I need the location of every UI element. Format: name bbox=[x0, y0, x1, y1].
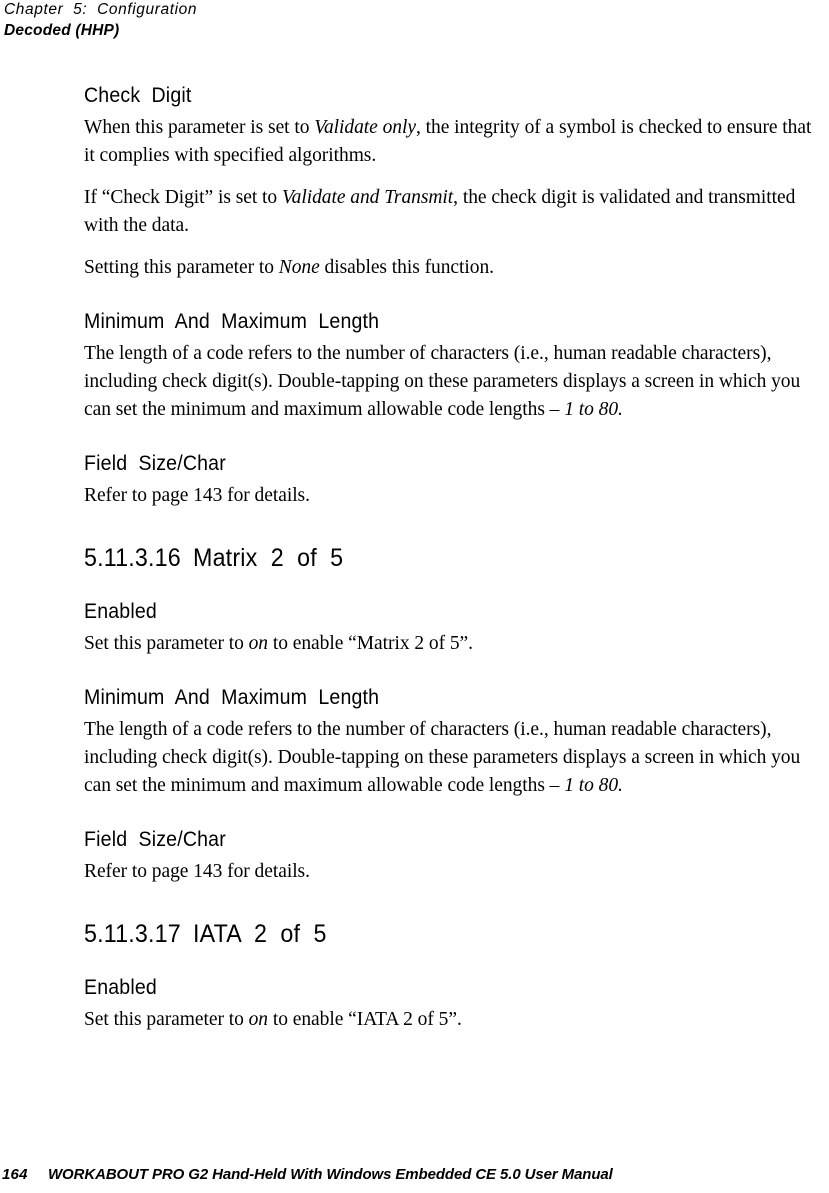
page-footer: 164 WORKABOUT PRO G2 Hand-Held With Wind… bbox=[2, 1166, 827, 1183]
text-run: Setting this parameter to bbox=[84, 257, 279, 278]
footer-manual-title: WORKABOUT PRO G2 Hand-Held With Windows … bbox=[48, 1166, 613, 1183]
text-run: to enable “IATA 2 of 5”. bbox=[268, 1009, 462, 1030]
paragraph-enabled-matrix: Set this parameter to on to enable “Matr… bbox=[84, 630, 824, 658]
header-section-label: Decoded (HHP) bbox=[4, 22, 120, 39]
paragraph-field-size-char-2: Refer to page 143 for details. bbox=[84, 861, 310, 882]
heading-minimum-and-maximum-length-1: Minimum And Maximum Length bbox=[84, 310, 380, 333]
emphasis-validate-and-transmit: Validate and Transmit bbox=[281, 187, 454, 208]
emphasis-length-range-1: 1 to 80. bbox=[564, 399, 623, 420]
heading-field-size-char-2: Field Size/Char bbox=[84, 828, 226, 851]
text-run: disables this function. bbox=[319, 257, 495, 278]
paragraph-check-digit-validate-only: When this parameter is set to Validate o… bbox=[84, 114, 824, 170]
text-run: Set this parameter to bbox=[84, 633, 249, 654]
paragraph-check-digit-validate-transmit: If “Check Digit” is set to Validate and … bbox=[84, 184, 824, 240]
emphasis-on-iata: on bbox=[248, 1009, 269, 1030]
heading-enabled-matrix: Enabled bbox=[84, 600, 157, 623]
emphasis-validate-only: Validate only bbox=[314, 117, 416, 138]
paragraph-field-size-char-1: Refer to page 143 for details. bbox=[84, 485, 310, 506]
paragraph-enabled-iata: Set this parameter to on to enable “IATA… bbox=[84, 1006, 824, 1034]
paragraph-min-max-length-1: The length of a code refers to the numbe… bbox=[84, 340, 824, 424]
section-title: IATA 2 of 5 bbox=[193, 920, 327, 948]
text-run: When this parameter is set to bbox=[84, 117, 315, 138]
section-number: 5.11.3.17 bbox=[84, 920, 181, 948]
paragraph-check-digit-none: Setting this parameter to None disables … bbox=[84, 254, 824, 282]
heading-enabled-iata: Enabled bbox=[84, 976, 157, 999]
page-running-header: Chapter 5: Configuration Decoded (HHP) bbox=[4, 0, 824, 41]
emphasis-on-matrix: on bbox=[248, 633, 269, 654]
emphasis-length-range-2: 1 to 80. bbox=[564, 775, 623, 796]
section-title: Matrix 2 of 5 bbox=[193, 544, 344, 572]
heading-minimum-and-maximum-length-2: Minimum And Maximum Length bbox=[84, 686, 380, 709]
text-run: to enable “Matrix 2 of 5”. bbox=[268, 633, 473, 654]
heading-section-matrix-2-of-5: 5.11.3.16 Matrix 2 of 5 bbox=[84, 544, 772, 572]
header-chapter-label: Chapter 5: Configuration bbox=[4, 1, 198, 18]
heading-section-iata-2-of-5: 5.11.3.17 IATA 2 of 5 bbox=[84, 920, 772, 948]
text-run: If “Check Digit” is set to bbox=[84, 187, 282, 208]
text-run: The length of a code refers to the numbe… bbox=[84, 719, 801, 796]
paragraph-min-max-length-2: The length of a code refers to the numbe… bbox=[84, 716, 824, 800]
section-number: 5.11.3.16 bbox=[84, 544, 181, 572]
heading-check-digit: Check Digit bbox=[84, 84, 192, 107]
text-run: Set this parameter to bbox=[84, 1009, 249, 1030]
text-run: The length of a code refers to the numbe… bbox=[84, 343, 801, 420]
emphasis-none: None bbox=[278, 257, 320, 278]
page-content: Check Digit When this parameter is set t… bbox=[84, 84, 824, 1048]
heading-field-size-char-1: Field Size/Char bbox=[84, 452, 226, 475]
footer-page-number: 164 bbox=[2, 1166, 28, 1183]
